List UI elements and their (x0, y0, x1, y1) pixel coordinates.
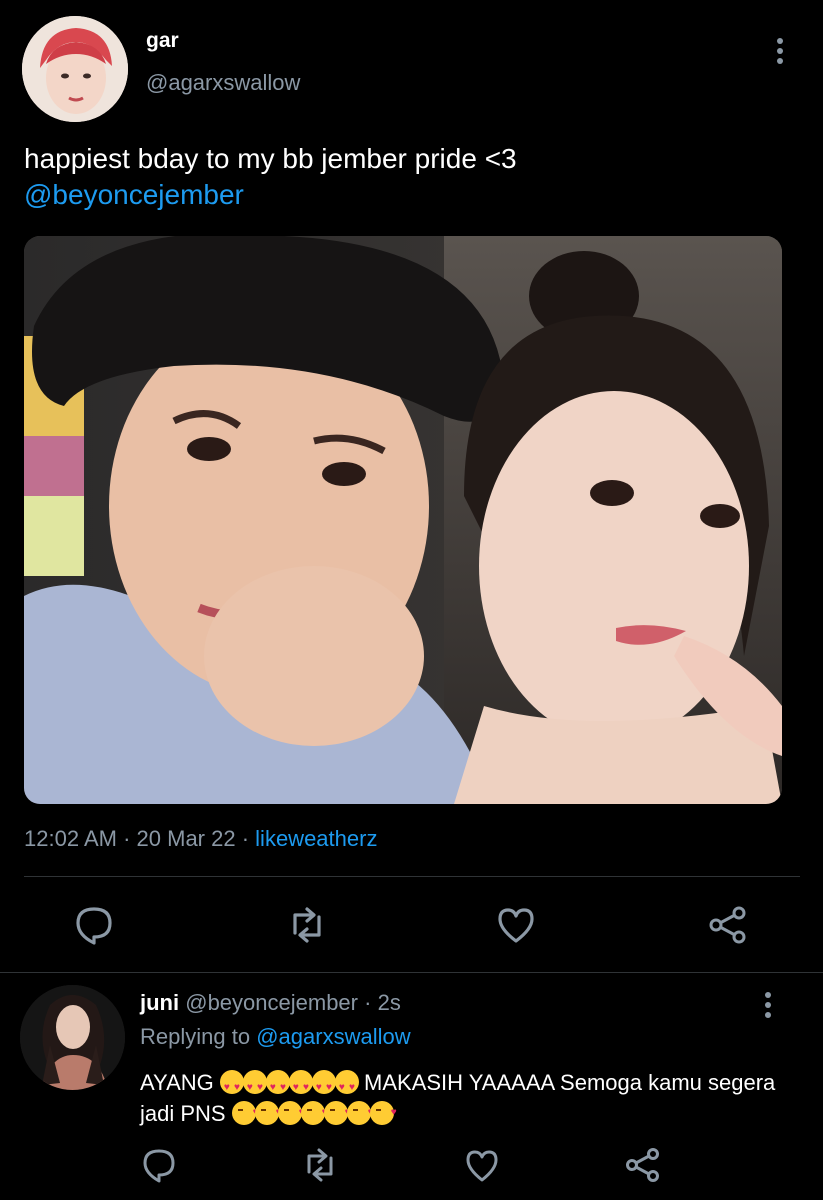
like-icon[interactable] (494, 903, 538, 947)
replying-to-link[interactable]: @agarxswallow (256, 1024, 410, 1049)
kiss-emoji-icon (231, 1097, 259, 1128)
tweet-mention-link[interactable]: @beyoncejember (24, 179, 244, 210)
share-icon[interactable] (706, 903, 750, 947)
reply-header: juni @beyoncejember · 2s (140, 990, 401, 1016)
author-name[interactable]: gar (146, 29, 179, 53)
tweet-media-photo[interactable] (24, 236, 782, 804)
kiss-emoji-icon (323, 1097, 351, 1128)
heart-eyes-emoji-icon (265, 1070, 290, 1103)
author-handle[interactable]: @agarxswallow (146, 70, 300, 96)
reply-author-handle[interactable]: @beyoncejember (185, 990, 358, 1015)
divider (24, 876, 800, 877)
heart-eyes-emoji-icon (288, 1070, 313, 1103)
meta-dot: · (123, 826, 137, 851)
heart-eyes-emoji-icon (242, 1070, 267, 1103)
heart-eyes-emoji-group (219, 1070, 359, 1103)
kiss-emoji-icon (277, 1097, 305, 1128)
reply-author-avatar[interactable] (20, 985, 125, 1090)
tweet-body: happiest bday to my bb jember pride <3 (24, 143, 517, 174)
author-avatar[interactable] (22, 16, 128, 122)
reply-icon[interactable] (72, 903, 116, 947)
tweet-time: 12:02 AM (24, 826, 117, 851)
retweet-icon[interactable] (285, 903, 329, 947)
tweet-meta: 12:02 AM · 20 Mar 22 · likeweatherz (24, 826, 377, 852)
retweet-icon[interactable] (298, 1143, 342, 1187)
reply-icon[interactable] (137, 1143, 181, 1187)
share-icon[interactable] (621, 1143, 665, 1187)
reply-text: AYANG MAKASIH YAAAAA Semoga kamu segera … (140, 1067, 800, 1129)
like-icon[interactable] (460, 1143, 504, 1187)
kiss-emoji-group (231, 1097, 397, 1128)
tweet-date: 20 Mar 22 (136, 826, 236, 851)
tweet-source-link[interactable]: likeweatherz (255, 826, 377, 851)
kiss-emoji-icon (369, 1097, 397, 1128)
replying-label: Replying to (140, 1024, 251, 1049)
more-icon[interactable] (770, 36, 790, 66)
meta-dot: · (364, 990, 372, 1015)
tweet-text: happiest bday to my bb jember pride <3 @… (24, 141, 784, 213)
kiss-emoji-icon (254, 1097, 282, 1128)
reply-author-name[interactable]: juni (140, 990, 179, 1015)
heart-eyes-emoji-icon (334, 1070, 359, 1103)
replying-to: Replying to @agarxswallow (140, 1024, 411, 1050)
meta-dot: · (241, 826, 256, 851)
divider (0, 972, 823, 973)
kiss-emoji-icon (346, 1097, 374, 1128)
more-icon[interactable] (758, 990, 778, 1020)
kiss-emoji-icon (300, 1097, 328, 1128)
heart-eyes-emoji-icon (219, 1070, 244, 1103)
reply-text-part1: AYANG (140, 1070, 214, 1095)
heart-eyes-emoji-icon (311, 1070, 336, 1103)
reply-age: 2s (377, 990, 401, 1015)
